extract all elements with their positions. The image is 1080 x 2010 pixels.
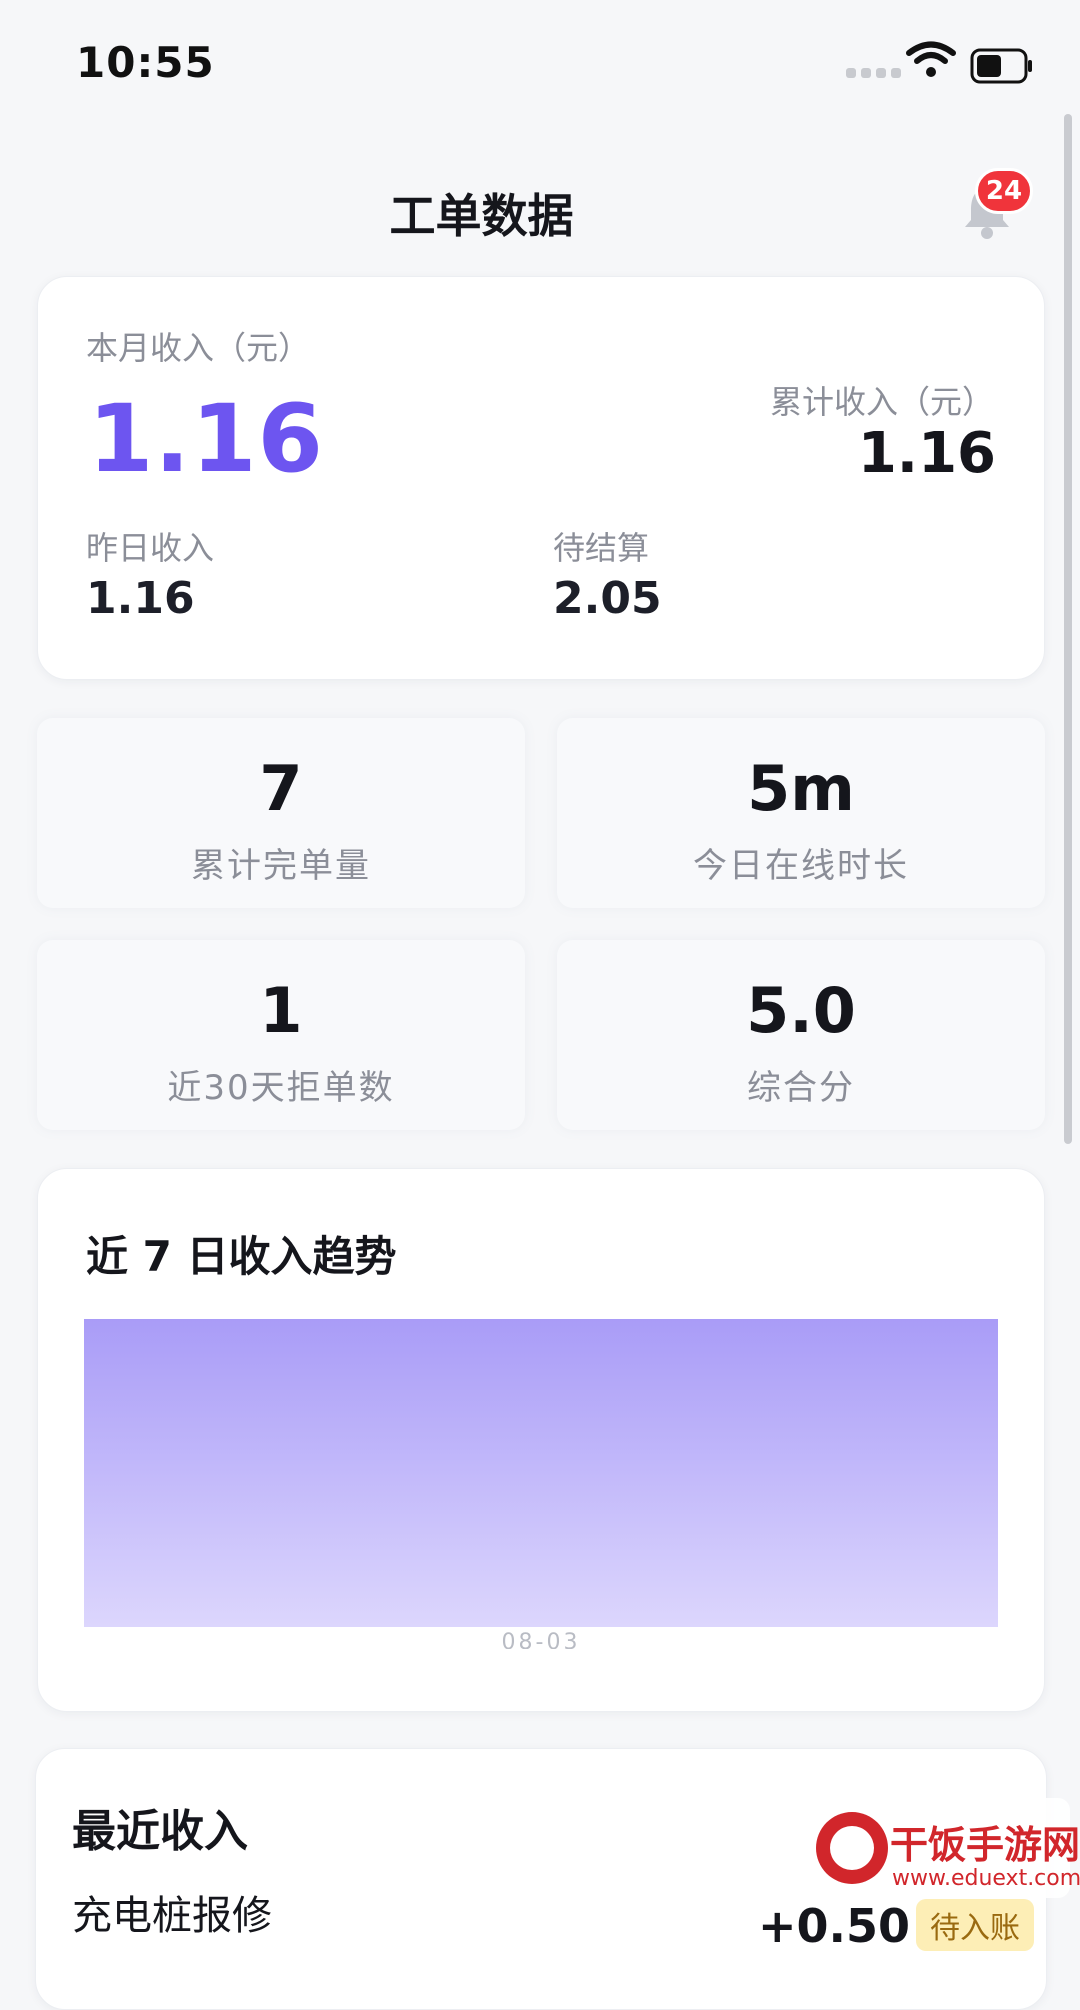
month-income-value: 1.16 [88, 385, 324, 494]
pending-settlement-value: 2.05 [553, 573, 662, 624]
income-trend-card: 近 7 日收入趋势 08-03 [37, 1168, 1045, 1712]
pending-settlement-label: 待结算 [553, 529, 650, 567]
yesterday-income-label: 昨日收入 [86, 529, 215, 567]
stat-tile-completed-orders[interactable]: 7 累计完单量 [37, 718, 525, 908]
battery-icon [970, 48, 1032, 84]
status-time: 10:55 [76, 38, 215, 87]
scrollbar[interactable] [1064, 114, 1072, 1144]
trend-title: 近 7 日收入趋势 [86, 1232, 397, 1281]
stat-tile-online-time[interactable]: 5m 今日在线时长 [557, 718, 1045, 908]
stat-value: 7 [259, 752, 303, 825]
income-card: 本月收入（元） 1.16 累计收入（元） 1.16 昨日收入 1.16 待结算 … [37, 276, 1045, 680]
recent-item-amount: +0.50 [758, 1899, 911, 1953]
month-income-label: 本月收入（元） [86, 329, 311, 367]
watermark-text: 干饭手游网 [890, 1823, 1080, 1867]
total-income-label: 累计收入（元） [769, 383, 994, 421]
stat-value: 1 [259, 974, 303, 1047]
stat-label: 近30天拒单数 [167, 1068, 395, 1108]
stat-label: 累计完单量 [191, 846, 371, 886]
page-title: 工单数据 [389, 189, 574, 243]
recent-item-status-badge: 待入账 [916, 1899, 1034, 1951]
watermark-url: www.eduext.com [892, 1866, 1080, 1891]
stat-value: 5.0 [746, 974, 856, 1047]
recent-title: 最近收入 [72, 1806, 248, 1857]
wifi-icon [906, 41, 956, 77]
stat-label: 综合分 [747, 1068, 855, 1108]
x-tick-label: 08-03 [502, 1630, 581, 1649]
notification-badge: 24 [975, 168, 1033, 214]
stat-value: 5m [747, 752, 855, 825]
chart-area-series [84, 1319, 998, 1627]
stat-tile-overall-score[interactable]: 5.0 综合分 [557, 940, 1045, 1130]
recent-item-name[interactable]: 充电桩报修 [72, 1883, 272, 1941]
stat-label: 今日在线时长 [693, 846, 909, 886]
yesterday-income-value: 1.16 [86, 573, 195, 624]
total-income-value: 1.16 [857, 421, 996, 486]
income-trend-chart: 08-03 [84, 1319, 998, 1649]
stat-tile-rejected-orders[interactable]: 1 近30天拒单数 [37, 940, 525, 1130]
signal-icon [846, 68, 901, 78]
